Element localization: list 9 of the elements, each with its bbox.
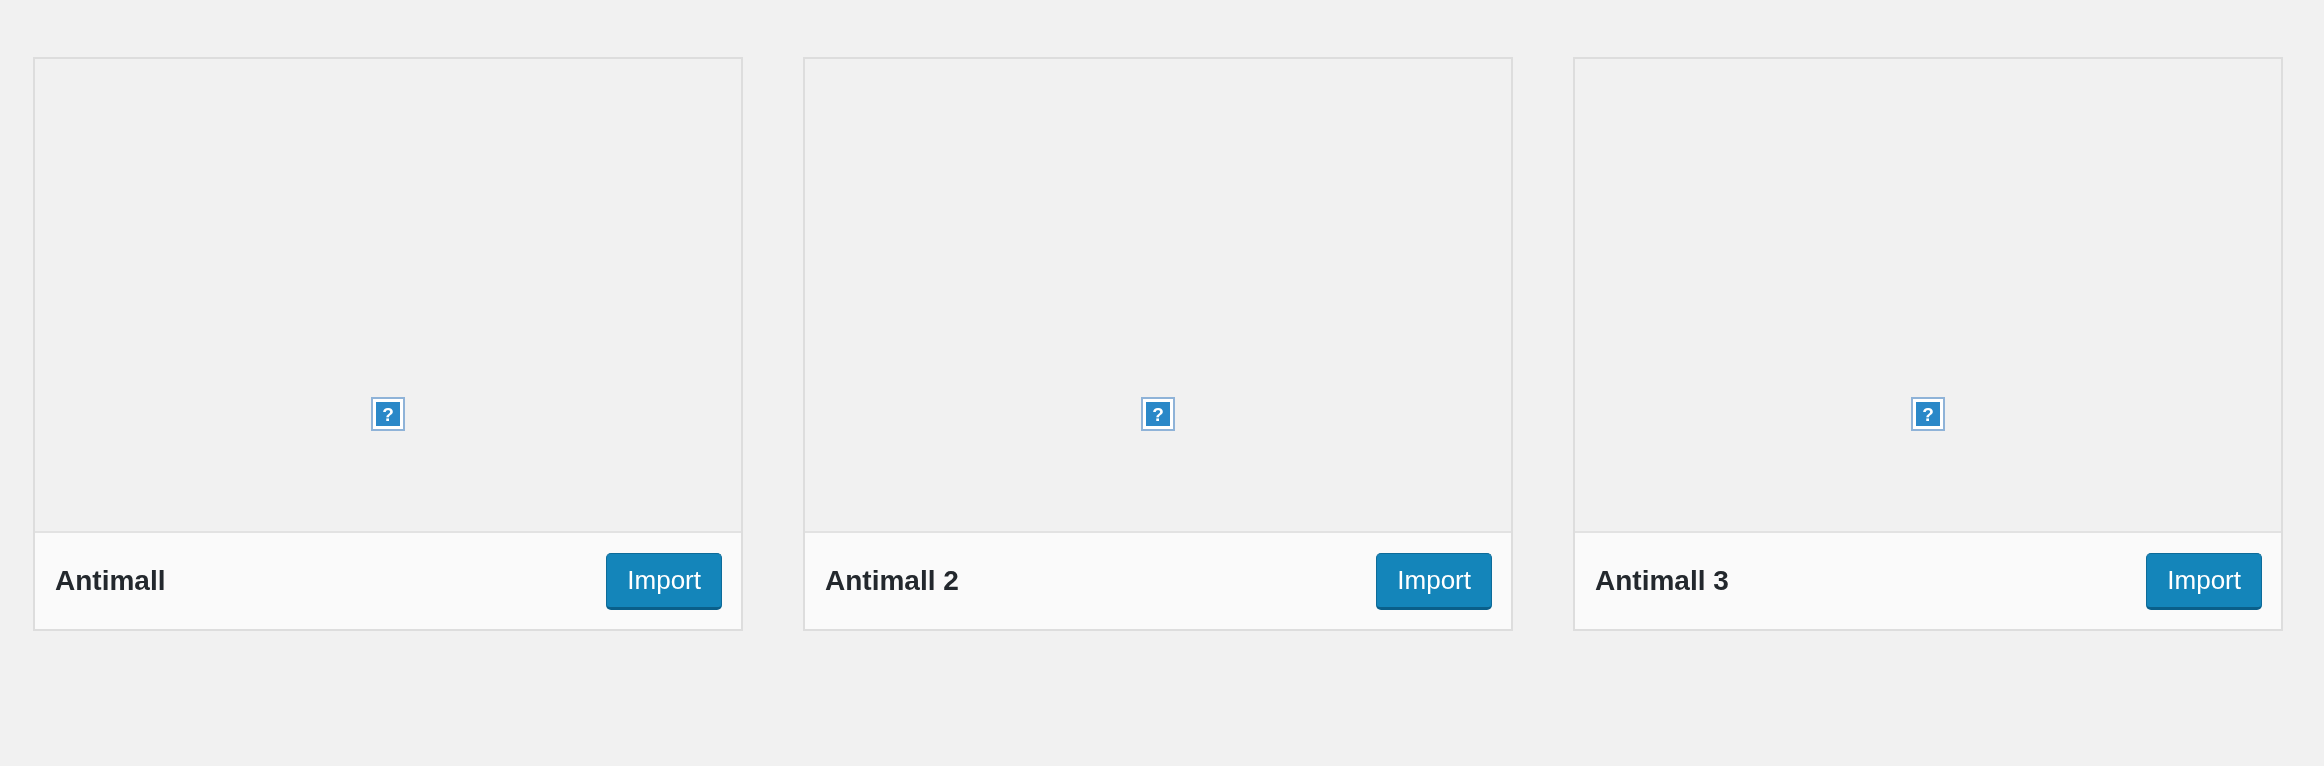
template-name: Antimall — [55, 565, 166, 597]
import-button[interactable]: Import — [1376, 552, 1492, 610]
import-button[interactable]: Import — [606, 552, 722, 610]
broken-image-icon: ? — [1143, 399, 1173, 429]
template-name: Antimall 3 — [1595, 565, 1729, 597]
broken-image-icon: ? — [1913, 399, 1943, 429]
broken-image-icon: ? — [373, 399, 403, 429]
import-button[interactable]: Import — [2146, 552, 2262, 610]
template-name: Antimall 2 — [825, 565, 959, 597]
